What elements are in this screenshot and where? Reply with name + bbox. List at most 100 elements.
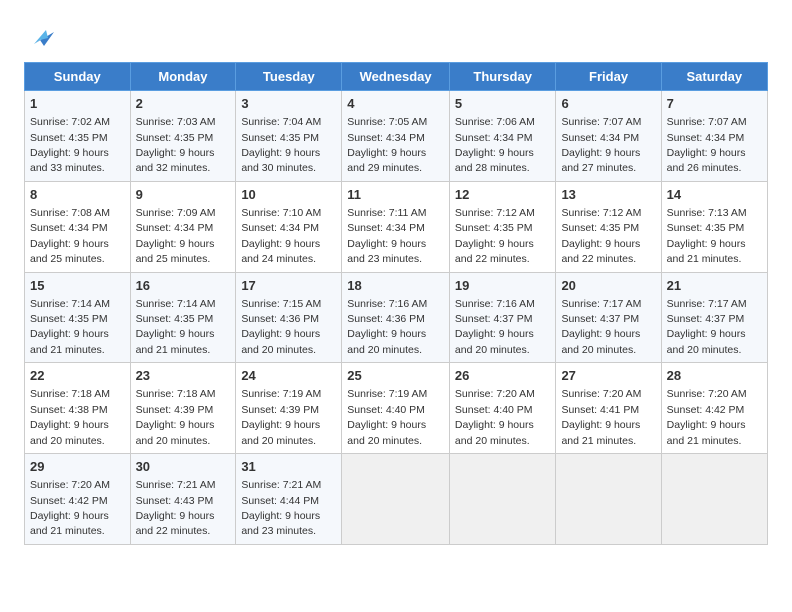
calendar-cell: 8 Sunrise: 7:08 AMSunset: 4:34 PMDayligh… <box>25 181 131 272</box>
calendar-cell: 16 Sunrise: 7:14 AMSunset: 4:35 PMDaylig… <box>130 272 236 363</box>
calendar-cell: 31 Sunrise: 7:21 AMSunset: 4:44 PMDaylig… <box>236 454 342 545</box>
day-number: 10 <box>241 186 336 204</box>
day-info: Sunrise: 7:16 AMSunset: 4:36 PMDaylight:… <box>347 298 427 356</box>
day-info: Sunrise: 7:19 AMSunset: 4:39 PMDaylight:… <box>241 388 321 446</box>
logo <box>24 24 54 52</box>
day-number: 17 <box>241 277 336 295</box>
day-number: 14 <box>667 186 762 204</box>
day-number: 7 <box>667 95 762 113</box>
day-number: 23 <box>136 367 231 385</box>
calendar-cell: 11 Sunrise: 7:11 AMSunset: 4:34 PMDaylig… <box>342 181 450 272</box>
day-info: Sunrise: 7:15 AMSunset: 4:36 PMDaylight:… <box>241 298 321 356</box>
weekday-header-row: SundayMondayTuesdayWednesdayThursdayFrid… <box>25 63 768 91</box>
calendar-table: SundayMondayTuesdayWednesdayThursdayFrid… <box>24 62 768 545</box>
calendar-cell: 26 Sunrise: 7:20 AMSunset: 4:40 PMDaylig… <box>449 363 556 454</box>
day-info: Sunrise: 7:16 AMSunset: 4:37 PMDaylight:… <box>455 298 535 356</box>
calendar-cell: 10 Sunrise: 7:10 AMSunset: 4:34 PMDaylig… <box>236 181 342 272</box>
day-info: Sunrise: 7:19 AMSunset: 4:40 PMDaylight:… <box>347 388 427 446</box>
calendar-cell: 21 Sunrise: 7:17 AMSunset: 4:37 PMDaylig… <box>661 272 767 363</box>
weekday-header-wednesday: Wednesday <box>342 63 450 91</box>
calendar-cell <box>661 454 767 545</box>
day-number: 24 <box>241 367 336 385</box>
calendar-week-5: 29 Sunrise: 7:20 AMSunset: 4:42 PMDaylig… <box>25 454 768 545</box>
calendar-cell <box>556 454 661 545</box>
weekday-header-sunday: Sunday <box>25 63 131 91</box>
day-info: Sunrise: 7:18 AMSunset: 4:38 PMDaylight:… <box>30 388 110 446</box>
calendar-cell: 1 Sunrise: 7:02 AMSunset: 4:35 PMDayligh… <box>25 91 131 182</box>
day-number: 22 <box>30 367 125 385</box>
calendar-cell: 30 Sunrise: 7:21 AMSunset: 4:43 PMDaylig… <box>130 454 236 545</box>
calendar-header: SundayMondayTuesdayWednesdayThursdayFrid… <box>25 63 768 91</box>
day-info: Sunrise: 7:21 AMSunset: 4:44 PMDaylight:… <box>241 479 321 537</box>
day-info: Sunrise: 7:20 AMSunset: 4:42 PMDaylight:… <box>30 479 110 537</box>
day-info: Sunrise: 7:07 AMSunset: 4:34 PMDaylight:… <box>667 116 747 174</box>
day-number: 19 <box>455 277 551 295</box>
calendar-cell: 13 Sunrise: 7:12 AMSunset: 4:35 PMDaylig… <box>556 181 661 272</box>
day-number: 29 <box>30 458 125 476</box>
calendar-cell <box>449 454 556 545</box>
calendar-week-3: 15 Sunrise: 7:14 AMSunset: 4:35 PMDaylig… <box>25 272 768 363</box>
day-number: 18 <box>347 277 444 295</box>
weekday-header-tuesday: Tuesday <box>236 63 342 91</box>
calendar-cell: 3 Sunrise: 7:04 AMSunset: 4:35 PMDayligh… <box>236 91 342 182</box>
day-info: Sunrise: 7:11 AMSunset: 4:34 PMDaylight:… <box>347 207 426 265</box>
calendar-cell: 23 Sunrise: 7:18 AMSunset: 4:39 PMDaylig… <box>130 363 236 454</box>
day-info: Sunrise: 7:20 AMSunset: 4:40 PMDaylight:… <box>455 388 535 446</box>
calendar-body: 1 Sunrise: 7:02 AMSunset: 4:35 PMDayligh… <box>25 91 768 545</box>
calendar-week-1: 1 Sunrise: 7:02 AMSunset: 4:35 PMDayligh… <box>25 91 768 182</box>
day-number: 27 <box>561 367 655 385</box>
day-number: 25 <box>347 367 444 385</box>
day-info: Sunrise: 7:14 AMSunset: 4:35 PMDaylight:… <box>136 298 216 356</box>
day-info: Sunrise: 7:12 AMSunset: 4:35 PMDaylight:… <box>455 207 535 265</box>
day-info: Sunrise: 7:12 AMSunset: 4:35 PMDaylight:… <box>561 207 641 265</box>
day-number: 11 <box>347 186 444 204</box>
calendar-cell: 7 Sunrise: 7:07 AMSunset: 4:34 PMDayligh… <box>661 91 767 182</box>
day-info: Sunrise: 7:17 AMSunset: 4:37 PMDaylight:… <box>561 298 641 356</box>
day-number: 6 <box>561 95 655 113</box>
calendar-cell: 9 Sunrise: 7:09 AMSunset: 4:34 PMDayligh… <box>130 181 236 272</box>
calendar-cell: 12 Sunrise: 7:12 AMSunset: 4:35 PMDaylig… <box>449 181 556 272</box>
calendar-cell: 25 Sunrise: 7:19 AMSunset: 4:40 PMDaylig… <box>342 363 450 454</box>
day-info: Sunrise: 7:07 AMSunset: 4:34 PMDaylight:… <box>561 116 641 174</box>
day-number: 28 <box>667 367 762 385</box>
calendar-cell: 28 Sunrise: 7:20 AMSunset: 4:42 PMDaylig… <box>661 363 767 454</box>
calendar-cell: 29 Sunrise: 7:20 AMSunset: 4:42 PMDaylig… <box>25 454 131 545</box>
calendar-week-2: 8 Sunrise: 7:08 AMSunset: 4:34 PMDayligh… <box>25 181 768 272</box>
logo-bird-icon <box>26 24 54 52</box>
day-number: 13 <box>561 186 655 204</box>
calendar-cell: 24 Sunrise: 7:19 AMSunset: 4:39 PMDaylig… <box>236 363 342 454</box>
day-number: 4 <box>347 95 444 113</box>
day-number: 31 <box>241 458 336 476</box>
day-info: Sunrise: 7:02 AMSunset: 4:35 PMDaylight:… <box>30 116 110 174</box>
calendar-cell: 20 Sunrise: 7:17 AMSunset: 4:37 PMDaylig… <box>556 272 661 363</box>
logo-line1 <box>24 24 54 52</box>
calendar-cell: 15 Sunrise: 7:14 AMSunset: 4:35 PMDaylig… <box>25 272 131 363</box>
calendar-cell: 2 Sunrise: 7:03 AMSunset: 4:35 PMDayligh… <box>130 91 236 182</box>
day-number: 12 <box>455 186 551 204</box>
day-number: 3 <box>241 95 336 113</box>
day-number: 2 <box>136 95 231 113</box>
day-number: 21 <box>667 277 762 295</box>
day-number: 5 <box>455 95 551 113</box>
calendar-cell: 27 Sunrise: 7:20 AMSunset: 4:41 PMDaylig… <box>556 363 661 454</box>
day-info: Sunrise: 7:20 AMSunset: 4:41 PMDaylight:… <box>561 388 641 446</box>
day-info: Sunrise: 7:17 AMSunset: 4:37 PMDaylight:… <box>667 298 747 356</box>
weekday-header-saturday: Saturday <box>661 63 767 91</box>
calendar-cell: 4 Sunrise: 7:05 AMSunset: 4:34 PMDayligh… <box>342 91 450 182</box>
calendar-week-4: 22 Sunrise: 7:18 AMSunset: 4:38 PMDaylig… <box>25 363 768 454</box>
day-number: 15 <box>30 277 125 295</box>
weekday-header-monday: Monday <box>130 63 236 91</box>
day-info: Sunrise: 7:09 AMSunset: 4:34 PMDaylight:… <box>136 207 216 265</box>
day-number: 9 <box>136 186 231 204</box>
calendar-cell <box>342 454 450 545</box>
calendar-cell: 19 Sunrise: 7:16 AMSunset: 4:37 PMDaylig… <box>449 272 556 363</box>
calendar-cell: 6 Sunrise: 7:07 AMSunset: 4:34 PMDayligh… <box>556 91 661 182</box>
day-info: Sunrise: 7:14 AMSunset: 4:35 PMDaylight:… <box>30 298 110 356</box>
day-number: 1 <box>30 95 125 113</box>
calendar-cell: 17 Sunrise: 7:15 AMSunset: 4:36 PMDaylig… <box>236 272 342 363</box>
day-number: 30 <box>136 458 231 476</box>
weekday-header-friday: Friday <box>556 63 661 91</box>
day-info: Sunrise: 7:20 AMSunset: 4:42 PMDaylight:… <box>667 388 747 446</box>
day-info: Sunrise: 7:04 AMSunset: 4:35 PMDaylight:… <box>241 116 321 174</box>
calendar-cell: 14 Sunrise: 7:13 AMSunset: 4:35 PMDaylig… <box>661 181 767 272</box>
